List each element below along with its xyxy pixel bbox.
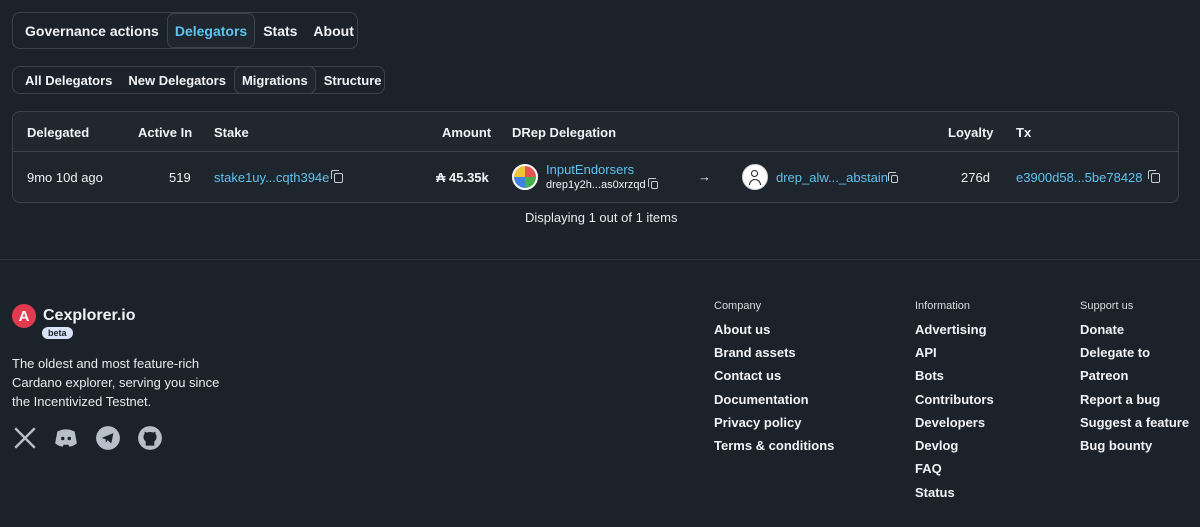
header-loyalty[interactable]: Loyalty — [948, 125, 994, 140]
footer-link-patreon[interactable]: Patreon — [1080, 368, 1128, 383]
discord-icon[interactable] — [53, 425, 79, 451]
footer-link-privacy-policy[interactable]: Privacy policy — [714, 415, 801, 430]
header-amount[interactable]: Amount — [442, 125, 491, 140]
header-active-in[interactable]: Active In — [138, 125, 192, 140]
drep-avatar-from — [512, 164, 538, 190]
tab-governance-actions[interactable]: Governance actions — [17, 13, 167, 48]
footer-link-terms[interactable]: Terms & conditions — [714, 438, 834, 453]
tx-hash-link[interactable]: e3900d58...5be78428 — [1016, 170, 1143, 185]
copy-icon[interactable] — [1147, 170, 1160, 183]
tab-new-delegators[interactable]: New Delegators — [120, 66, 234, 94]
pagination-info: Displaying 1 out of 1 items — [525, 210, 678, 225]
logo-text[interactable]: Cexplorer.io — [43, 307, 135, 325]
telegram-icon[interactable] — [95, 425, 121, 451]
beta-badge: beta — [42, 327, 73, 339]
tab-stats[interactable]: Stats — [255, 13, 305, 48]
main-tabs: Governance actions Delegators Stats Abou… — [12, 12, 358, 49]
arrow-right-icon: → — [698, 169, 711, 184]
github-icon[interactable] — [137, 425, 163, 451]
footer-tagline: The oldest and most feature-rich Cardano… — [12, 356, 220, 409]
footer-link-contributors[interactable]: Contributors — [915, 392, 994, 407]
header-delegated[interactable]: Delegated — [27, 125, 89, 140]
drep-to: drep_alw..._abstain — [776, 170, 899, 185]
footer-link-faq[interactable]: FAQ — [915, 461, 942, 476]
drep-from-name-link[interactable]: InputEndorsers — [546, 162, 634, 177]
delegator-subtabs: All Delegators New Delegators Migrations… — [12, 66, 385, 94]
tab-migrations[interactable]: Migrations — [233, 66, 316, 94]
cell-active-in: 519 — [169, 170, 191, 185]
cell-stake: stake1uy...cqth394e — [214, 170, 344, 185]
footer-link-about-us[interactable]: About us — [714, 322, 770, 337]
copy-icon[interactable] — [888, 172, 899, 183]
footer-link-brand-assets[interactable]: Brand assets — [714, 345, 796, 360]
header-tx[interactable]: Tx — [1016, 125, 1031, 140]
cell-loyalty: 276d — [961, 170, 990, 185]
copy-icon[interactable] — [647, 178, 658, 189]
header-drep-delegation[interactable]: DRep Delegation — [512, 125, 616, 140]
footer-link-api[interactable]: API — [915, 345, 937, 360]
footer-link-delegate-to[interactable]: Delegate to — [1080, 345, 1150, 360]
footer-link-suggest-feature[interactable]: Suggest a feature — [1080, 415, 1189, 430]
footer-support-title: Support us — [1080, 300, 1134, 312]
copy-icon[interactable] — [331, 170, 344, 183]
tab-structure[interactable]: Structure — [316, 66, 390, 94]
stake-address-link[interactable]: stake1uy...cqth394e — [214, 170, 329, 185]
footer-link-bug-bounty[interactable]: Bug bounty — [1080, 438, 1152, 453]
tab-about[interactable]: About — [305, 13, 361, 48]
footer-link-advertising[interactable]: Advertising — [915, 322, 987, 337]
person-icon — [742, 164, 768, 190]
migrations-table: Delegated Active In Stake Amount DRep De… — [12, 111, 1179, 203]
footer-link-devlog[interactable]: Devlog — [915, 438, 958, 453]
table-header: Delegated Active In Stake Amount DRep De… — [13, 112, 1178, 152]
cell-delegated: 9mo 10d ago — [27, 170, 103, 185]
tab-delegators[interactable]: Delegators — [166, 13, 256, 48]
footer-link-donate[interactable]: Donate — [1080, 322, 1124, 337]
cexplorer-logo-icon[interactable]: A — [12, 304, 36, 328]
footer-link-status[interactable]: Status — [915, 485, 955, 500]
cell-amount: ₳ 45.35k — [436, 170, 489, 185]
footer-divider — [0, 259, 1200, 260]
x-icon[interactable] — [12, 425, 38, 451]
footer-link-developers[interactable]: Developers — [915, 415, 985, 430]
tab-all-delegators[interactable]: All Delegators — [17, 66, 120, 94]
footer-link-contact-us[interactable]: Contact us — [714, 368, 781, 383]
footer-link-documentation[interactable]: Documentation — [714, 392, 809, 407]
footer-company-title: Company — [714, 300, 762, 312]
drep-to-link[interactable]: drep_alw..._abstain — [776, 170, 888, 185]
drep-from-id: drep1y2h...as0xrzqd — [546, 178, 658, 191]
footer-information-title: Information — [915, 300, 971, 312]
footer-link-report-bug[interactable]: Report a bug — [1080, 392, 1160, 407]
cell-tx: e3900d58...5be78428 — [1016, 170, 1160, 185]
drep-from-id-text: drep1y2h...as0xrzqd — [546, 179, 646, 191]
footer-link-bots[interactable]: Bots — [915, 368, 944, 383]
header-stake[interactable]: Stake — [214, 125, 249, 140]
